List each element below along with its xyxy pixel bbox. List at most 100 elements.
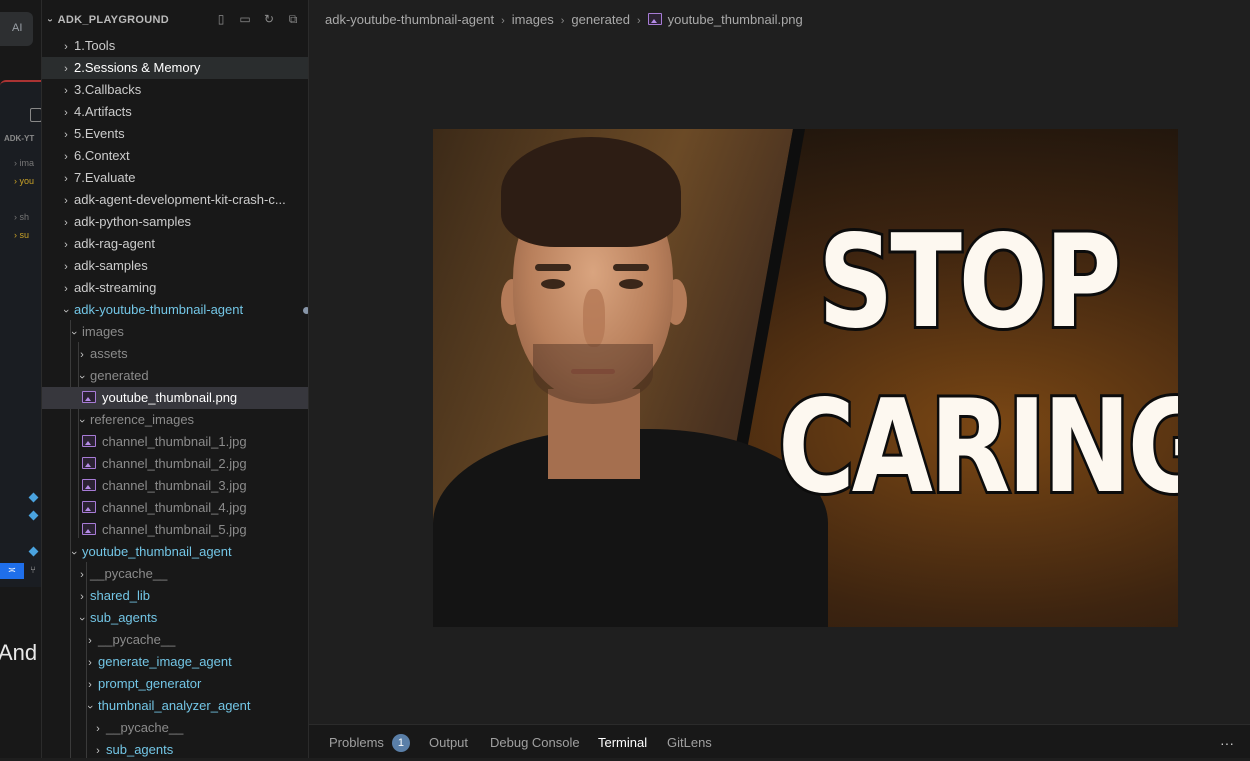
background-header-label: ADK-YT: [4, 134, 35, 143]
tab-debug-console[interactable]: Debug Console: [490, 725, 580, 759]
tab-output[interactable]: Output: [429, 725, 468, 759]
chevron-right-icon: ›: [64, 129, 68, 141]
chevron-right-icon: ›: [64, 195, 68, 207]
breadcrumb-item[interactable]: generated: [571, 12, 630, 27]
tab-label: GitLens: [667, 735, 712, 750]
chevron-right-icon: ›: [80, 569, 84, 581]
tree-folder[interactable]: › 7.Evaluate: [42, 167, 308, 189]
tree-label: __pycache__: [106, 720, 184, 735]
person-nose: [583, 289, 605, 347]
tree-label: youtube_thumbnail_agent: [82, 544, 232, 559]
chevron-right-icon: ›: [64, 63, 68, 75]
tree-folder[interactable]: › assets: [42, 343, 308, 365]
background-tree-line: › sh: [14, 212, 30, 222]
explorer-sidebar: › ADK_PLAYGROUND ▯ ▭ ↻ ⧉ › 1.Tools › 2.Ses…: [41, 0, 309, 758]
tree-folder[interactable]: › youtube_thumbnail_agent: [42, 541, 308, 563]
breadcrumb-item[interactable]: adk-youtube-thumbnail-agent: [325, 12, 494, 27]
more-actions-icon[interactable]: ···: [1220, 725, 1234, 761]
chevron-right-icon: ›: [64, 217, 68, 229]
background-tree-line: › ima: [14, 158, 34, 168]
tree-label: 2.Sessions & Memory: [74, 60, 201, 75]
thumbnail-preview: STOP CARING: [433, 129, 1178, 627]
new-file-icon[interactable]: ▯: [214, 12, 228, 26]
tree-folder[interactable]: › __pycache__: [42, 563, 308, 585]
tree-label: shared_lib: [90, 588, 150, 603]
tree-file[interactable]: channel_thumbnail_1.jpg: [42, 431, 308, 453]
tree-file-selected[interactable]: youtube_thumbnail.png: [42, 387, 308, 409]
tree-folder[interactable]: › adk-youtube-thumbnail-agent: [42, 299, 308, 321]
tree-folder[interactable]: › generate_image_agent: [42, 651, 308, 673]
tree-folder[interactable]: › __pycache__: [42, 629, 308, 651]
tree-folder[interactable]: › adk-agent-development-kit-crash-c...: [42, 189, 308, 211]
remote-indicator[interactable]: ≍: [0, 563, 24, 579]
tree-folder[interactable]: › 2.Sessions & Memory: [42, 57, 308, 79]
tab-gitlens[interactable]: GitLens: [667, 725, 712, 759]
tree-label: adk-samples: [74, 258, 148, 273]
tree-label: adk-rag-agent: [74, 236, 155, 251]
breadcrumb-item[interactable]: youtube_thumbnail.png: [668, 12, 803, 27]
tree-folder[interactable]: › adk-rag-agent: [42, 233, 308, 255]
chevron-right-icon: ›: [88, 679, 92, 691]
tree-folder[interactable]: › __pycache__: [42, 717, 308, 739]
tree-label: adk-python-samples: [74, 214, 192, 229]
tree-folder[interactable]: › 3.Callbacks: [42, 79, 308, 101]
tree-folder[interactable]: › reference_images: [42, 409, 308, 431]
tree-label: generated: [90, 368, 149, 383]
chevron-right-icon: ›: [636, 15, 641, 27]
tree-label: __pycache__: [98, 632, 176, 647]
tree-label: 5.Events: [74, 126, 125, 141]
tree-label: reference_images: [90, 412, 195, 427]
tree-folder[interactable]: › thumbnail_analyzer_agent: [42, 695, 308, 717]
tab-problems[interactable]: Problems 1: [329, 725, 410, 759]
tree-folder[interactable]: › prompt_generator: [42, 673, 308, 695]
tree-folder[interactable]: › 6.Context: [42, 145, 308, 167]
tree-file[interactable]: channel_thumbnail_3.jpg: [42, 475, 308, 497]
tree-folder[interactable]: › generated: [42, 365, 308, 387]
chevron-right-icon: ›: [96, 745, 100, 757]
image-file-icon: [82, 435, 96, 447]
tab-terminal[interactable]: Terminal: [591, 725, 654, 759]
background-window: AI ADK-YT › ima › you › sh › su ≍ ⑂ And …: [0, 0, 41, 758]
tree-folder[interactable]: › adk-python-samples: [42, 211, 308, 233]
chevron-down-icon: ›: [84, 705, 96, 709]
tree-label: channel_thumbnail_1.jpg: [102, 434, 247, 449]
tree-folder[interactable]: › images: [42, 321, 308, 343]
tree-folder[interactable]: › sub_agents: [42, 607, 308, 629]
collapse-all-icon[interactable]: ⧉: [286, 12, 300, 26]
tree-folder[interactable]: › 4.Artifacts: [42, 101, 308, 123]
chevron-right-icon: ›: [64, 151, 68, 163]
image-editor: adk-youtube-thumbnail-agent › images › gener…: [309, 0, 1250, 724]
thumbnail-text-line1: STOP: [816, 208, 1124, 357]
image-file-icon: [647, 13, 662, 25]
tab-label: Debug Console: [490, 735, 580, 750]
tree-folder[interactable]: › adk-samples: [42, 255, 308, 277]
chevron-right-icon: ›: [64, 85, 68, 97]
tab-label: Terminal: [598, 735, 648, 750]
panel-tab-bar: Problems 1 Output Debug Console Terminal …: [309, 724, 1250, 758]
background-chip[interactable]: AI: [0, 12, 33, 46]
person-brow: [613, 264, 649, 271]
tree-folder[interactable]: › adk-streaming: [42, 277, 308, 299]
image-file-icon: [82, 479, 96, 491]
tree-label: sub_agents: [106, 742, 174, 757]
tree-folder[interactable]: › shared_lib: [42, 585, 308, 607]
tree-folder[interactable]: › 5.Events: [42, 123, 308, 145]
tree-label: generate_image_agent: [98, 654, 232, 669]
chevron-right-icon: ›: [64, 261, 68, 273]
chevron-right-icon: ›: [88, 657, 92, 669]
background-tree-line: › you: [14, 176, 35, 186]
chevron-right-icon: ›: [80, 591, 84, 603]
tree-folder[interactable]: › 1.Tools: [42, 35, 308, 57]
tree-folder[interactable]: › sub_agents: [42, 739, 308, 758]
chevron-right-icon: ›: [88, 635, 92, 647]
breadcrumb-item[interactable]: images: [512, 12, 554, 27]
image-file-icon: [82, 391, 96, 403]
chevron-right-icon: ›: [501, 15, 505, 27]
tree-file[interactable]: channel_thumbnail_2.jpg: [42, 453, 308, 475]
new-folder-icon[interactable]: ▭: [238, 12, 252, 26]
tree-file[interactable]: channel_thumbnail_5.jpg: [42, 519, 308, 541]
chevron-down-icon: ›: [68, 331, 80, 335]
refresh-icon[interactable]: ↻: [262, 12, 276, 26]
tree-file[interactable]: channel_thumbnail_4.jpg: [42, 497, 308, 519]
person-eye: [541, 279, 565, 289]
